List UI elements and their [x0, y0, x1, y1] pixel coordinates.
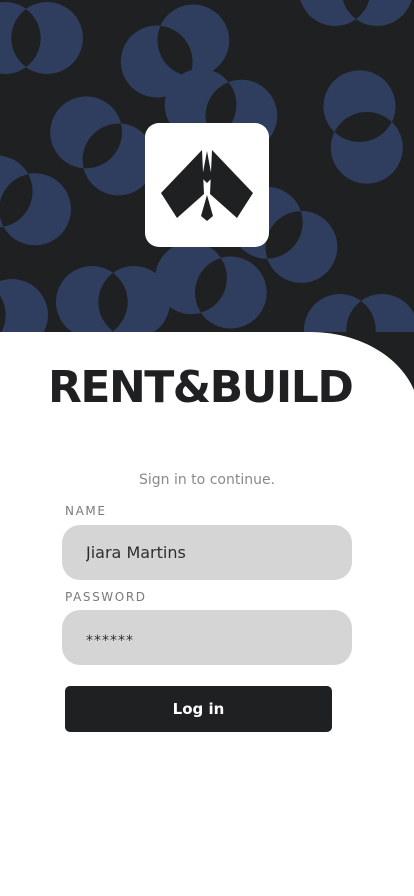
folded-paper-arrow-icon: [161, 150, 253, 221]
brand-title: RENT&BUILD: [48, 362, 354, 413]
password-label: PASSWORD: [65, 590, 147, 604]
name-input[interactable]: [86, 543, 336, 562]
password-input[interactable]: ******: [86, 627, 134, 649]
login-screen: RENT&BUILD Sign in to continue. NAME PAS…: [0, 0, 414, 896]
name-label: NAME: [65, 504, 107, 518]
password-field[interactable]: ******: [62, 610, 352, 665]
signin-subtitle: Sign in to continue.: [138, 472, 276, 488]
login-button[interactable]: Log in: [65, 686, 332, 732]
app-logo: [145, 123, 269, 247]
name-field[interactable]: [62, 525, 352, 580]
